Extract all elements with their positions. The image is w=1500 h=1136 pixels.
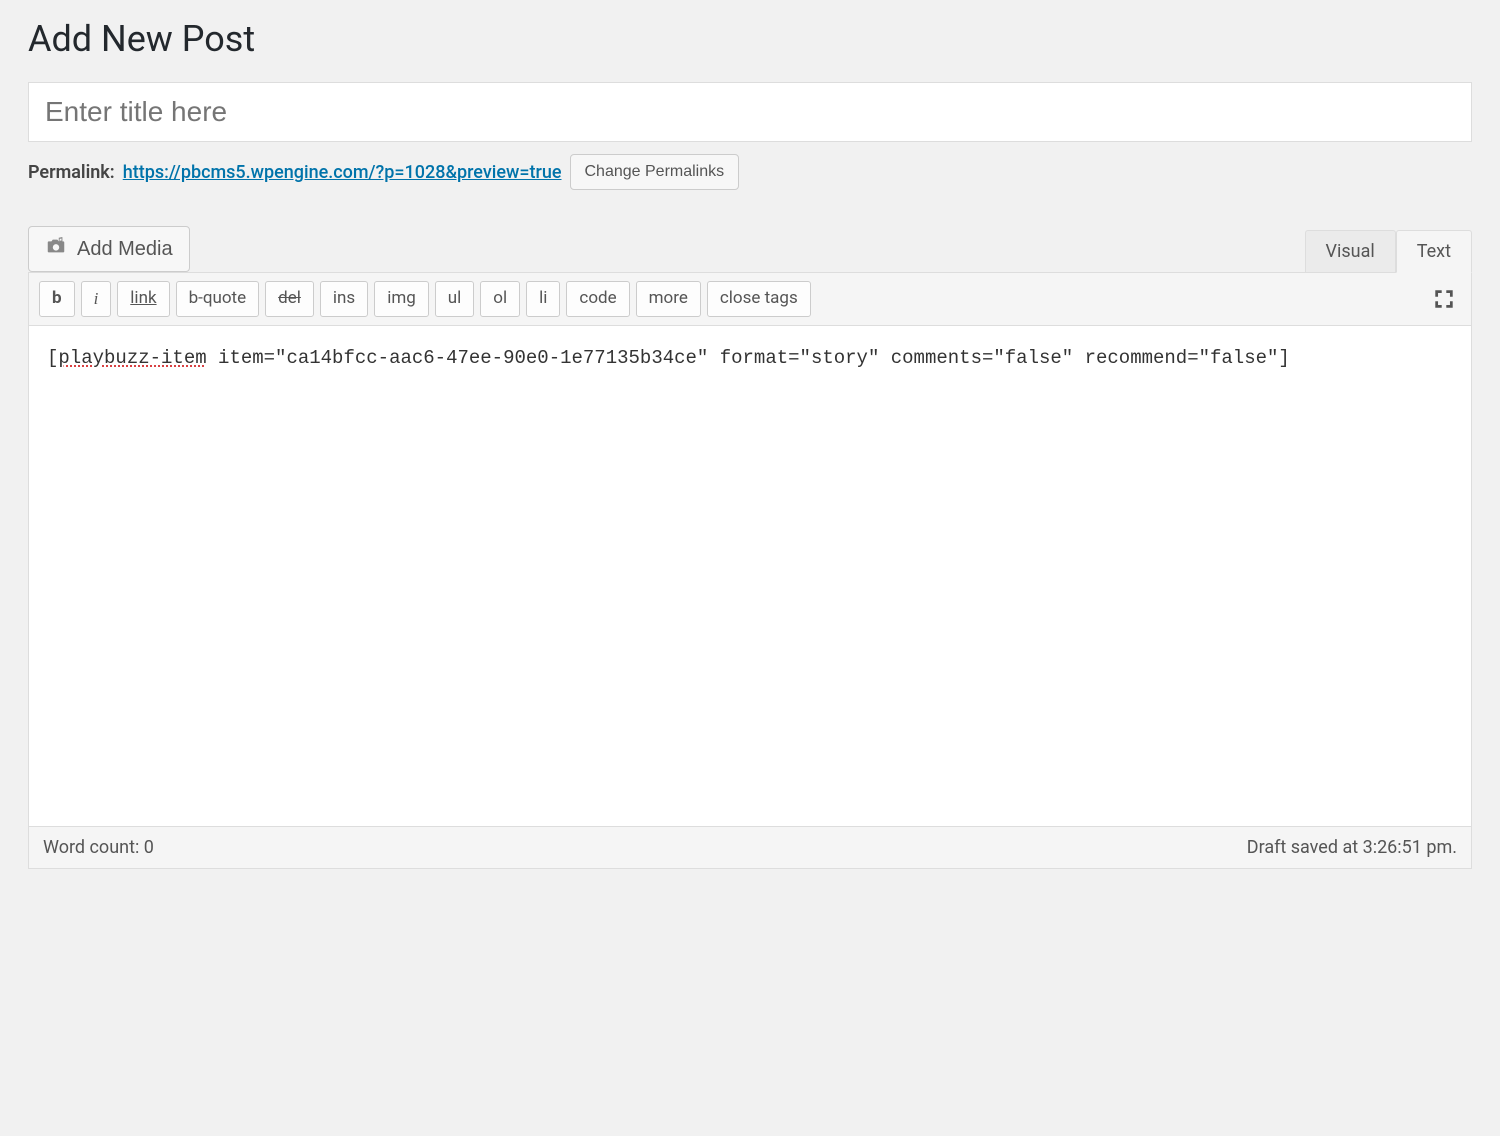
qt-close-tags-button[interactable]: close tags: [707, 281, 811, 317]
page-title: Add New Post: [28, 18, 1472, 60]
add-media-button[interactable]: Add Media: [28, 226, 190, 272]
spellcheck-underline: playbuzz-item: [58, 347, 206, 369]
word-count-value: 0: [144, 837, 154, 858]
word-count: Word count: 0: [43, 837, 154, 858]
qt-li-button[interactable]: li: [526, 281, 560, 317]
qt-more-button[interactable]: more: [636, 281, 701, 317]
word-count-label: Word count:: [43, 837, 144, 858]
editor-container: b i link b-quote del ins img ul ol li co…: [28, 272, 1472, 869]
permalink-url-link[interactable]: https://pbcms5.wpengine.com/?p=1028&prev…: [123, 162, 562, 183]
camera-music-icon: [45, 235, 67, 263]
fullscreen-toggle-icon[interactable]: [1427, 284, 1461, 314]
draft-saved-status: Draft saved at 3:26:51 pm.: [1247, 837, 1457, 858]
shortcode-bracket: [: [47, 347, 58, 369]
tab-text[interactable]: Text: [1396, 230, 1472, 273]
qt-ol-button[interactable]: ol: [480, 281, 520, 317]
permalink-row: Permalink: https://pbcms5.wpengine.com/?…: [28, 154, 1472, 190]
qt-del-button[interactable]: del: [265, 281, 314, 317]
tab-visual[interactable]: Visual: [1305, 230, 1396, 272]
post-title-input[interactable]: [28, 82, 1472, 142]
content-textarea[interactable]: [playbuzz-item item="ca14bfcc-aac6-47ee-…: [29, 326, 1471, 826]
qt-ins-button[interactable]: ins: [320, 281, 368, 317]
qt-bquote-button[interactable]: b-quote: [176, 281, 260, 317]
quicktags-toolbar: b i link b-quote del ins img ul ol li co…: [29, 273, 1471, 326]
qt-ul-button[interactable]: ul: [435, 281, 475, 317]
editor-status-bar: Word count: 0 Draft saved at 3:26:51 pm.: [29, 826, 1471, 868]
qt-link-button[interactable]: link: [117, 281, 169, 317]
shortcode-rest: item="ca14bfcc-aac6-47ee-90e0-1e77135b34…: [207, 347, 1290, 369]
add-media-label: Add Media: [77, 238, 173, 261]
qt-italic-button[interactable]: i: [81, 281, 112, 317]
editor-tabs: Visual Text: [1305, 230, 1472, 272]
change-permalinks-button[interactable]: Change Permalinks: [570, 154, 740, 190]
qt-img-button[interactable]: img: [374, 281, 429, 317]
qt-code-button[interactable]: code: [566, 281, 629, 317]
qt-bold-button[interactable]: b: [39, 281, 75, 317]
permalink-label: Permalink:: [28, 162, 115, 183]
